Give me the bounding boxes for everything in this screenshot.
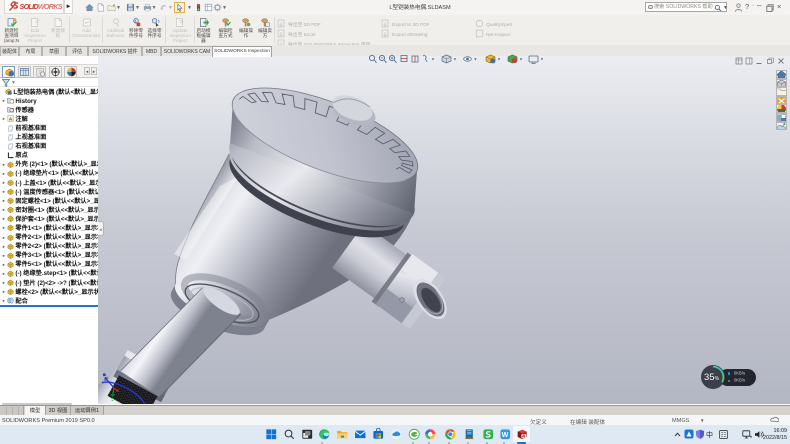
svg-text:SOLIDWORKS: SOLIDWORKS	[20, 2, 63, 11]
svg-text:A: A	[9, 117, 13, 123]
svg-text:▼: ▼	[540, 57, 543, 62]
svg-text:▼: ▼	[453, 57, 457, 62]
svg-text:▼: ▼	[519, 57, 523, 62]
svg-text:W: W	[502, 431, 509, 439]
svg-text:▼: ▼	[474, 57, 478, 62]
svg-text:▼: ▼	[497, 57, 501, 62]
svg-text:▼: ▼	[431, 57, 435, 62]
